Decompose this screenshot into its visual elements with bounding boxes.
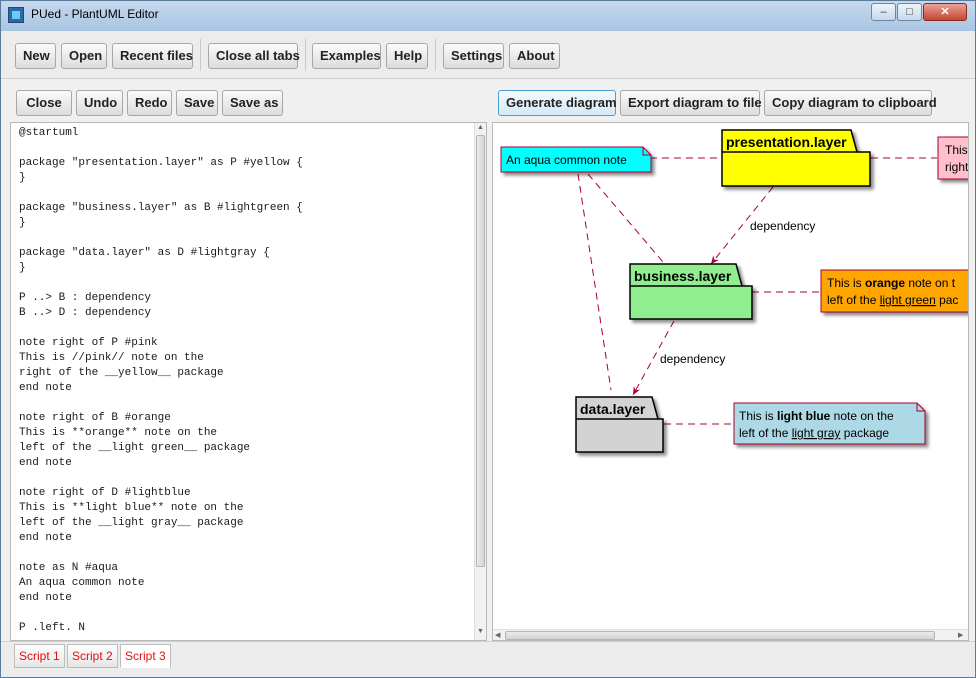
scroll-right-arrow-icon[interactable]: ▶ bbox=[958, 631, 963, 639]
editor-pane: Close Undo Redo Save Save as @startuml p… bbox=[10, 81, 487, 641]
orange-note-post: note on t bbox=[905, 276, 956, 290]
save-button[interactable]: Save bbox=[176, 90, 218, 116]
toolbar-separator bbox=[305, 39, 306, 71]
close-window-button[interactable]: ✕ bbox=[923, 3, 967, 21]
diagram-horizontal-scrollbar[interactable]: ◀ ▶ bbox=[493, 629, 968, 640]
orange-note-pre: This is bbox=[827, 276, 865, 290]
open-button[interactable]: Open bbox=[61, 43, 107, 69]
scroll-down-arrow-icon[interactable]: ▼ bbox=[477, 628, 484, 635]
toolbar-separator bbox=[435, 39, 436, 71]
orange-note-l2-pre: left of the bbox=[827, 293, 880, 307]
note-connector-aqua-business bbox=[587, 173, 664, 263]
diagram-toolbar: Generate diagram Export diagram to file … bbox=[492, 81, 975, 121]
settings-button[interactable]: Settings bbox=[443, 43, 504, 69]
lightblue-note-bold: light blue bbox=[777, 409, 831, 423]
plantuml-diagram: dependency dependency An aqua common not… bbox=[500, 129, 968, 453]
code-editor[interactable]: @startuml package "presentation.layer" a… bbox=[10, 122, 487, 641]
title-bar[interactable]: PUed - PlantUML Editor – □ ✕ bbox=[1, 1, 975, 31]
generate-diagram-button[interactable]: Generate diagram bbox=[498, 90, 617, 116]
about-button[interactable]: About bbox=[509, 43, 560, 69]
tab-script-1[interactable]: Script 1 bbox=[14, 644, 65, 668]
toolbar-separator bbox=[200, 39, 201, 71]
lightblue-note-post: note on the bbox=[830, 409, 894, 423]
pink-note-line2: right bbox=[945, 160, 968, 174]
orange-note-line2: left of the light green pac bbox=[827, 293, 958, 307]
scroll-up-arrow-icon[interactable]: ▲ bbox=[477, 124, 484, 131]
aqua-note-text: An aqua common note bbox=[506, 153, 627, 167]
minimize-button[interactable]: – bbox=[871, 3, 896, 21]
edge-label-dependency: dependency bbox=[750, 219, 815, 233]
scroll-left-arrow-icon[interactable]: ◀ bbox=[495, 631, 500, 639]
copy-diagram-button[interactable]: Copy diagram to clipboard bbox=[764, 90, 937, 116]
lightblue-note-l2-pre: left of the bbox=[739, 426, 792, 440]
lightblue-note-l2-underlined: light gray bbox=[792, 426, 841, 440]
orange-note-l2-underlined: light green bbox=[880, 293, 936, 307]
lightblue-note-l2-post: package bbox=[840, 426, 889, 440]
orange-note-bold: orange bbox=[865, 276, 905, 290]
redo-button[interactable]: Redo bbox=[127, 90, 172, 116]
window-title: PUed - PlantUML Editor bbox=[31, 7, 159, 21]
help-button[interactable]: Help bbox=[386, 43, 428, 69]
main-toolbar: New Open Recent files Close all tabs Exa… bbox=[1, 31, 975, 79]
package-data-label: data.layer bbox=[580, 401, 646, 417]
scrollbar-thumb[interactable] bbox=[476, 135, 485, 567]
save-as-button[interactable]: Save as bbox=[222, 90, 283, 116]
close-all-tabs-button[interactable]: Close all tabs bbox=[208, 43, 300, 69]
app-icon bbox=[8, 7, 24, 23]
edge-label-dependency: dependency bbox=[660, 352, 725, 366]
app-window: PUed - PlantUML Editor – □ ✕ New Open Re… bbox=[0, 0, 976, 678]
tab-script-2[interactable]: Script 2 bbox=[67, 644, 118, 668]
package-business-label: business.layer bbox=[634, 268, 732, 284]
code-text[interactable]: @startuml package "presentation.layer" a… bbox=[19, 126, 303, 636]
script-tabs: Script 1 Script 2 Script 3 bbox=[1, 641, 975, 677]
new-button[interactable]: New bbox=[15, 43, 56, 69]
editor-vertical-scrollbar[interactable]: ▲ ▼ bbox=[474, 123, 486, 640]
undo-button[interactable]: Undo bbox=[76, 90, 123, 116]
recent-files-button[interactable]: Recent files bbox=[112, 43, 193, 69]
close-tab-button[interactable]: Close bbox=[16, 90, 72, 116]
note-connector-aqua-data bbox=[577, 173, 612, 391]
lightblue-note-pre: This is bbox=[739, 409, 777, 423]
diagram-canvas[interactable]: dependency dependency An aqua common not… bbox=[492, 122, 969, 641]
lightblue-note-line2: left of the light gray package bbox=[739, 426, 889, 440]
export-diagram-button[interactable]: Export diagram to file bbox=[620, 90, 762, 116]
package-presentation-label: presentation.layer bbox=[726, 134, 847, 150]
editor-toolbar: Close Undo Redo Save Save as bbox=[10, 81, 487, 121]
orange-note-line1: This is orange note on t bbox=[827, 276, 956, 290]
diagram-pane: Generate diagram Export diagram to file … bbox=[492, 81, 975, 641]
orange-note-l2-post: pac bbox=[936, 293, 959, 307]
tab-script-3[interactable]: Script 3 bbox=[120, 644, 171, 668]
examples-button[interactable]: Examples bbox=[312, 43, 381, 69]
maximize-button[interactable]: □ bbox=[897, 3, 922, 21]
lightblue-note-line1: This is light blue note on the bbox=[739, 409, 894, 423]
pink-note-line1: This bbox=[945, 143, 968, 157]
scrollbar-thumb[interactable] bbox=[505, 631, 935, 640]
